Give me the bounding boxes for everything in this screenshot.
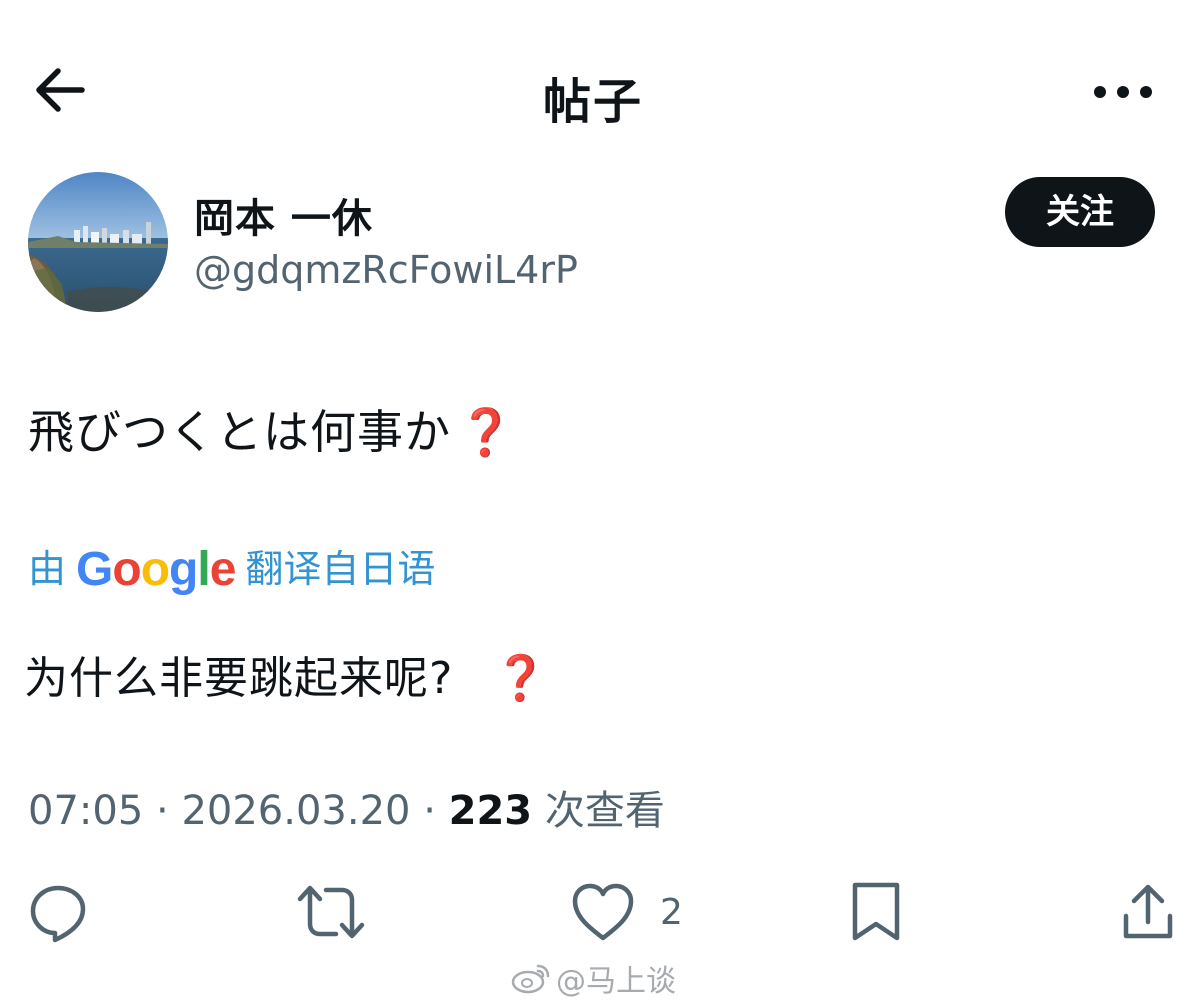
like-button[interactable] <box>570 880 636 950</box>
reply-icon <box>30 885 86 943</box>
share-button[interactable] <box>1116 880 1180 950</box>
bookmark-button[interactable] <box>848 880 904 950</box>
post-text: 飛びつくとは何事か ❓ <box>28 396 515 462</box>
translated-body: 为什么非要跳起来呢? <box>24 653 454 704</box>
post-time[interactable]: 07:05 <box>28 788 143 834</box>
heart-icon <box>572 883 634 941</box>
post-body: 飛びつくとは何事か <box>28 405 451 459</box>
meta-separator-2: · <box>423 788 436 834</box>
repost-button[interactable] <box>296 880 366 950</box>
weibo-logo-icon <box>510 961 552 1003</box>
page-title: 帖子 <box>542 74 643 130</box>
author-display-name[interactable]: 岡本 一休 <box>194 186 373 244</box>
repost-icon <box>297 885 365 939</box>
post-date[interactable]: 2026.03.20 <box>181 788 410 834</box>
watermark: @马上谈 <box>510 956 676 1003</box>
share-icon <box>1123 884 1173 939</box>
views-label: 次查看 <box>544 788 665 834</box>
translate-suffix: 翻译自日语 <box>245 547 436 591</box>
google-logo: Google <box>76 543 236 596</box>
translated-text: 为什么非要跳起来呢? ❓ <box>24 642 549 706</box>
watermark-text: @马上谈 <box>556 964 676 999</box>
post-meta: 07:05 · 2026.03.20 · 223 次查看 <box>28 778 665 836</box>
meta-separator: · <box>156 788 169 834</box>
avatar-photo <box>28 172 168 312</box>
follow-button[interactable]: 关注 <box>1005 177 1155 247</box>
translate-link[interactable]: 由 Google 翻译自日语 <box>28 538 435 597</box>
top-bar: 帖子 <box>0 40 1186 136</box>
views-count: 223 <box>448 788 533 834</box>
bookmark-icon <box>852 882 900 941</box>
translated-question-mark-emoji: ❓ <box>493 653 550 704</box>
more-options-button[interactable] <box>1088 62 1158 122</box>
translate-prefix: 由 <box>28 547 67 591</box>
more-horizontal-icon <box>1094 86 1152 98</box>
question-mark-emoji: ❓ <box>457 405 516 459</box>
reply-button[interactable] <box>26 880 90 950</box>
action-bar: 2 <box>0 880 1186 950</box>
author-handle[interactable]: @gdqmzRcFowiL4rP <box>194 248 578 292</box>
avatar[interactable] <box>28 172 168 312</box>
like-count: 2 <box>660 892 683 933</box>
